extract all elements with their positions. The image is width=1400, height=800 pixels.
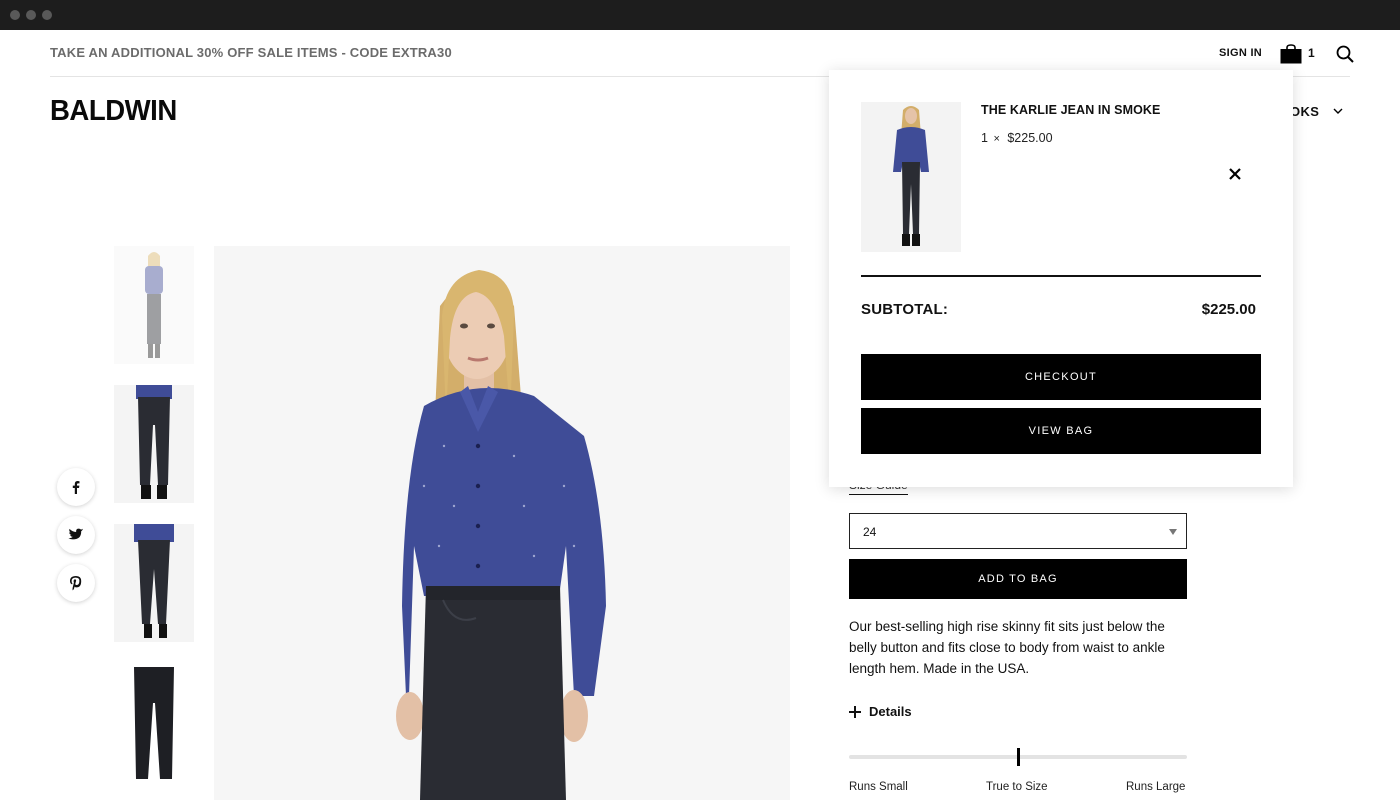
size-select[interactable]: 24 <box>849 513 1187 549</box>
cart-model-image <box>861 102 961 252</box>
cart-item-quantity: 1 <box>981 131 988 145</box>
cart-item-price: $225.00 <box>1007 131 1053 145</box>
fit-scale-marker <box>1017 748 1020 766</box>
window-minimize-dot[interactable] <box>26 10 36 20</box>
mini-cart-dropdown: THE KARLIE JEAN IN SMOKE 1 × $225.00 SUB… <box>829 70 1293 487</box>
cart-item-name[interactable]: THE KARLIE JEAN IN SMOKE <box>981 103 1161 117</box>
twitter-icon <box>68 528 84 540</box>
window-zoom-dot[interactable] <box>42 10 52 20</box>
twitter-share-button[interactable] <box>57 516 95 554</box>
fit-label-true-to-size: True to Size <box>986 781 1048 793</box>
brand-logo[interactable]: BALDWIN <box>50 95 177 128</box>
bag-count[interactable]: 1 <box>1308 46 1315 60</box>
product-thumbnail[interactable] <box>114 663 194 781</box>
pinterest-icon <box>70 576 82 591</box>
model-photo <box>214 246 790 800</box>
size-select-value: 24 <box>863 525 877 539</box>
cart-item-quantity-price: 1 × $225.00 <box>981 131 1053 145</box>
main-product-image[interactable] <box>214 246 790 800</box>
details-label: Details <box>869 704 912 719</box>
nav-item-looks[interactable]: OKS <box>1290 104 1319 119</box>
fit-label-runs-small: Runs Small <box>849 781 908 793</box>
product-thumbnail[interactable] <box>114 385 194 503</box>
facebook-share-button[interactable] <box>57 468 95 506</box>
product-thumbnail[interactable] <box>114 246 194 364</box>
model-side-thumb-image <box>114 524 194 642</box>
jeans-flat-thumb-image <box>114 663 194 781</box>
checkout-button[interactable]: CHECKOUT <box>861 354 1261 400</box>
product-thumbnail[interactable] <box>114 524 194 642</box>
subtotal-value: $225.00 <box>1201 301 1256 318</box>
fit-label-runs-large: Runs Large <box>1126 781 1186 793</box>
plus-icon <box>849 705 861 718</box>
product-description: Our best-selling high rise skinny fit si… <box>849 619 1165 676</box>
cart-item-image[interactable] <box>861 102 961 252</box>
view-bag-button[interactable]: VIEW BAG <box>861 408 1261 454</box>
model-front-thumb-image <box>114 246 194 364</box>
chevron-down-icon[interactable] <box>1333 106 1343 116</box>
subtotal-label: SUBTOTAL: <box>861 301 949 318</box>
facebook-icon <box>72 481 80 494</box>
promo-banner: TAKE AN ADDITIONAL 30% OFF SALE ITEMS - … <box>50 45 452 60</box>
details-toggle[interactable]: Details <box>849 704 912 719</box>
pinterest-share-button[interactable] <box>57 564 95 602</box>
window-titlebar <box>0 0 1400 30</box>
sign-in-link[interactable]: SIGN IN <box>1219 47 1262 59</box>
close-icon[interactable] <box>1228 167 1242 181</box>
search-icon[interactable] <box>1336 45 1354 63</box>
cart-divider <box>861 275 1261 277</box>
add-to-bag-button[interactable]: ADD TO BAG <box>849 559 1187 599</box>
model-back-thumb-image <box>114 385 194 503</box>
shopping-bag-icon[interactable] <box>1280 44 1302 64</box>
caret-down-icon <box>1169 529 1177 535</box>
window-close-dot[interactable] <box>10 10 20 20</box>
cart-item-times: × <box>993 133 1000 145</box>
